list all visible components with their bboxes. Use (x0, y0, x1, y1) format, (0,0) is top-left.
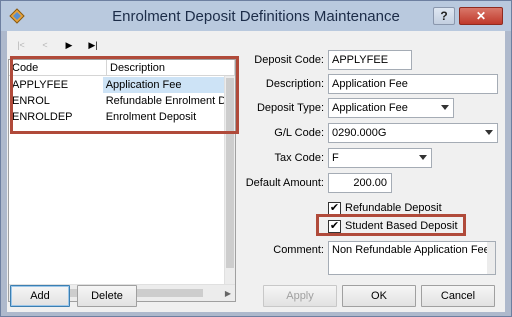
title-bar[interactable]: Enrolment Deposit Definitions Maintenanc… (1, 1, 511, 31)
chevron-down-icon[interactable] (485, 130, 493, 135)
first-record-button[interactable]: |< (11, 37, 31, 53)
comment-text: Non Refundable Application Fee (332, 244, 490, 256)
tax-code-select[interactable]: F (328, 148, 432, 168)
dialog-content: |< < ▶ ▶| Code Description APPLYFEE Appl… (7, 31, 505, 312)
comment-scrollbar[interactable] (487, 242, 495, 274)
default-amount-field[interactable]: 200.00 (328, 173, 392, 193)
deposit-type-value: Application Fee (332, 102, 408, 114)
delete-button[interactable]: Delete (77, 285, 137, 307)
deposit-code-label: Deposit Code: (254, 54, 324, 66)
refundable-deposit-label: Refundable Deposit (345, 202, 442, 214)
description-label: Description: (265, 78, 324, 90)
next-record-button[interactable]: ▶ (59, 37, 79, 53)
highlight-box-student-based (316, 214, 466, 236)
last-record-button[interactable]: ▶| (83, 37, 103, 53)
gl-code-select[interactable]: 0290.000G (328, 123, 498, 143)
deposit-code-field[interactable]: APPLYFEE (328, 50, 412, 70)
tax-code-label: Tax Code: (274, 152, 324, 164)
deposit-type-label: Deposit Type: (256, 102, 324, 114)
default-amount-label: Default Amount: (245, 177, 324, 189)
apply-button[interactable]: Apply (263, 285, 337, 307)
comment-label: Comment: (273, 244, 324, 256)
chevron-down-icon[interactable] (441, 105, 449, 110)
deposit-type-select[interactable]: Application Fee (328, 98, 454, 118)
gl-code-value: 0290.000G (332, 127, 387, 139)
scroll-right-icon[interactable]: ▶ (222, 287, 234, 299)
description-field[interactable]: Application Fee (328, 74, 498, 94)
comment-field[interactable]: Non Refundable Application Fee (328, 241, 496, 275)
add-button[interactable]: Add (10, 285, 70, 307)
dialog-window: Enrolment Deposit Definitions Maintenanc… (0, 0, 512, 317)
cancel-button[interactable]: Cancel (421, 285, 495, 307)
checkbox-box[interactable]: ✔ (328, 201, 341, 215)
close-button[interactable]: ✕ (459, 7, 503, 25)
chevron-down-icon[interactable] (419, 155, 427, 160)
prev-record-button[interactable]: < (35, 37, 55, 53)
record-navigator: |< < ▶ ▶| (11, 37, 103, 53)
tax-code-value: F (332, 152, 339, 164)
help-button[interactable]: ? (433, 7, 455, 25)
gl-code-label: G/L Code: (274, 127, 324, 139)
ok-button[interactable]: OK (342, 285, 416, 307)
highlight-box-grid (10, 56, 239, 134)
